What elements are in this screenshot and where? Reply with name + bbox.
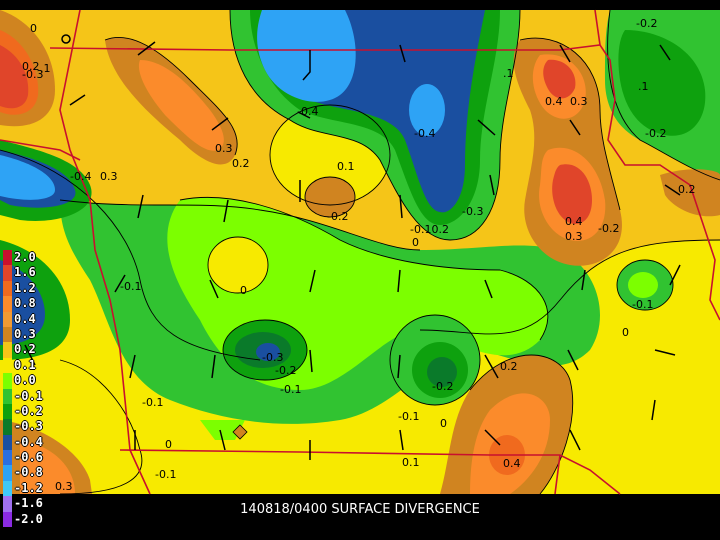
svg-text:0: 0 xyxy=(240,284,247,297)
legend-row: -0.1 xyxy=(3,388,49,404)
svg-text:-0.2: -0.2 xyxy=(645,127,666,140)
svg-text:-0.1: -0.1 xyxy=(632,298,653,311)
legend-row: 1.2 xyxy=(3,280,49,297)
svg-text:0: 0 xyxy=(165,438,172,451)
legend-label: -0.8 xyxy=(14,465,43,480)
legend-swatch xyxy=(3,465,12,481)
legend-swatch xyxy=(3,403,12,420)
svg-text:-0.2: -0.2 xyxy=(598,222,619,235)
svg-text:-0.3: -0.3 xyxy=(462,205,483,218)
svg-text:0: 0 xyxy=(30,22,37,35)
legend-swatch xyxy=(3,326,12,343)
legend-row: 0.3 xyxy=(3,326,49,343)
svg-text:0.2: 0.2 xyxy=(500,360,518,373)
legend-label: -0.2 xyxy=(14,403,43,418)
svg-text:-0.1: -0.1 xyxy=(142,396,163,409)
legend-row: 0.2 xyxy=(3,342,49,358)
legend-row: -0.8 xyxy=(3,465,49,481)
svg-text:0.1: 0.1 xyxy=(402,456,420,469)
svg-text:-0.4: -0.4 xyxy=(70,170,91,183)
legend-label: 1.2 xyxy=(14,280,36,295)
legend-label: -0.4 xyxy=(14,434,43,449)
svg-text:-0.1: -0.1 xyxy=(280,383,301,396)
legend-row: -0.4 xyxy=(3,434,49,451)
svg-text:0.1: 0.1 xyxy=(337,160,355,173)
svg-text:0.4: 0.4 xyxy=(503,457,521,470)
legend-label: 0.4 xyxy=(14,311,36,326)
legend-row: -0.2 xyxy=(3,403,49,420)
legend-label: 2.0 xyxy=(14,250,36,264)
legend-swatch xyxy=(3,342,12,358)
legend-row: -1.2 xyxy=(3,480,49,497)
legend-swatch xyxy=(3,311,12,327)
legend-row: -0.6 xyxy=(3,450,49,466)
legend-swatch xyxy=(3,388,12,404)
legend-swatch xyxy=(3,480,12,497)
svg-text:-0.10.2: -0.10.2 xyxy=(410,223,449,236)
legend-swatch xyxy=(3,250,12,266)
map-caption: 140818/0400 SURFACE DIVERGENCE xyxy=(240,502,480,517)
divergence-map: 0 0.2 .1 -0.3 -0.4 0.3 0.3 0.2 -0.4 0.1 … xyxy=(0,0,720,540)
legend-swatch xyxy=(3,434,12,451)
svg-text:-0.2: -0.2 xyxy=(275,364,296,377)
svg-text:-0.2: -0.2 xyxy=(636,17,657,30)
svg-text:0.3: 0.3 xyxy=(55,480,73,493)
svg-text:0.4: 0.4 xyxy=(545,95,563,108)
legend-label: 0.8 xyxy=(14,296,36,311)
svg-text:0.2: 0.2 xyxy=(232,157,250,170)
legend-label: -0.3 xyxy=(14,419,43,434)
svg-text:-0.2: -0.2 xyxy=(327,210,348,223)
svg-text:.1: .1 xyxy=(503,67,514,80)
legend-swatch xyxy=(3,419,12,435)
color-legend: 2.0 1.6 1.2 0.8 0.4 0.3 0.2 0.1 0.0 -0.1 -0.2 -0.3-… xyxy=(3,250,49,528)
svg-text:.1: .1 xyxy=(638,80,649,93)
svg-text:0.3: 0.3 xyxy=(100,170,118,183)
legend-swatch xyxy=(3,265,12,281)
legend-label: -1.2 xyxy=(14,480,43,495)
legend-swatch xyxy=(3,296,12,312)
legend-swatch xyxy=(3,280,12,297)
legend-row: 0.8 xyxy=(3,296,49,312)
legend-row: 0.0 xyxy=(3,373,49,389)
legend-row: 0.4 xyxy=(3,311,49,327)
legend-swatch xyxy=(3,357,12,374)
svg-text:-0.3: -0.3 xyxy=(262,351,283,364)
legend-row: 2.0 xyxy=(3,250,49,266)
legend-label: 0.0 xyxy=(14,373,36,388)
legend-row: 1.6 xyxy=(3,265,49,281)
svg-text:0: 0 xyxy=(412,236,419,249)
svg-text:-0.2: -0.2 xyxy=(432,380,453,393)
legend-label: 0.1 xyxy=(14,357,36,372)
svg-text:-0.1: -0.1 xyxy=(155,468,176,481)
legend-swatch xyxy=(3,450,12,466)
legend-label: 1.6 xyxy=(14,265,36,280)
legend-swatch xyxy=(3,373,12,389)
legend-row: -0.3 xyxy=(3,419,49,435)
svg-text:-0.1: -0.1 xyxy=(398,410,419,423)
svg-text:0: 0 xyxy=(440,417,447,430)
svg-text:-0.1: -0.1 xyxy=(120,280,141,293)
svg-text:0.4: 0.4 xyxy=(565,215,583,228)
svg-text:0.3: 0.3 xyxy=(215,142,233,155)
svg-text:0.2: 0.2 xyxy=(678,183,696,196)
legend-label: 0.3 xyxy=(14,326,36,341)
legend-row: 0.1 xyxy=(3,357,49,374)
svg-text:0.3: 0.3 xyxy=(570,95,588,108)
svg-text:-0.3: -0.3 xyxy=(22,68,43,81)
svg-text:0.3: 0.3 xyxy=(565,230,583,243)
legend-label: 0.2 xyxy=(14,342,36,357)
svg-text:-0.4: -0.4 xyxy=(297,105,318,118)
legend-label: -0.1 xyxy=(14,388,43,403)
svg-text:0: 0 xyxy=(622,326,629,339)
svg-text:-0.4: -0.4 xyxy=(414,127,435,140)
legend-label: -0.6 xyxy=(14,450,43,465)
